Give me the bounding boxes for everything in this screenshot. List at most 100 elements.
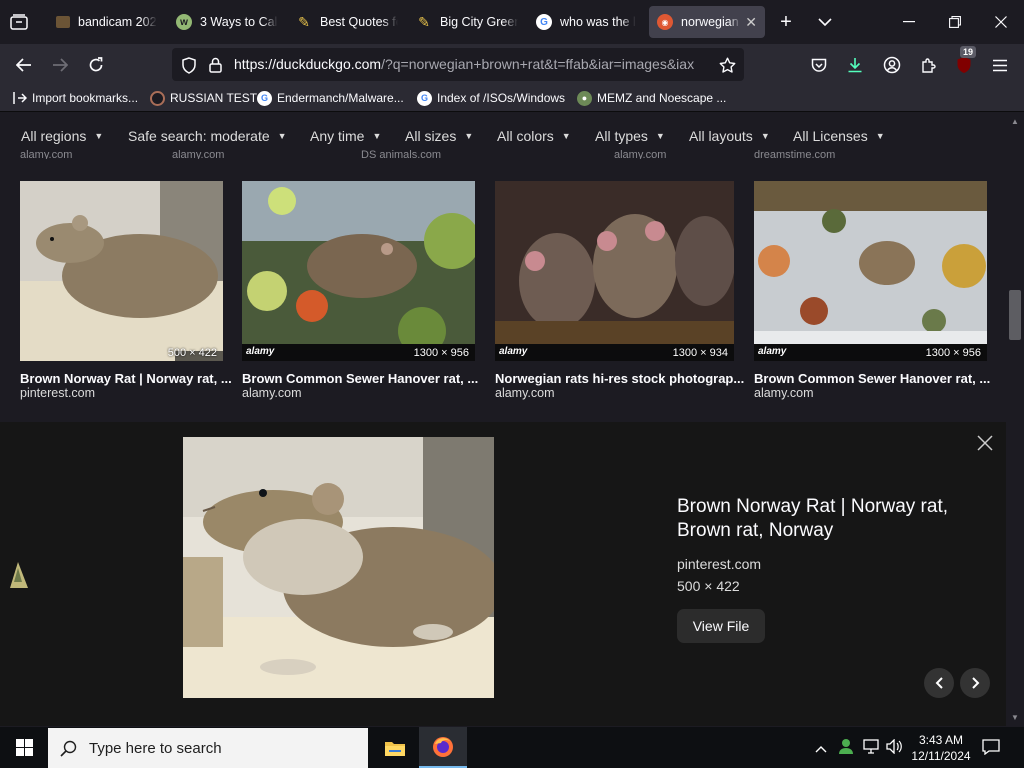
url-host: https://duckduckgo.com [234, 56, 382, 72]
result-source[interactable]: pinterest.com [20, 386, 95, 400]
result-thumbnail[interactable]: alamy 1300 × 956 [754, 181, 987, 361]
result-source[interactable]: alamy.com [754, 386, 814, 400]
network-icon[interactable] [863, 739, 879, 759]
tab-google[interactable]: G who was the l [528, 6, 646, 38]
filter-colors[interactable]: All colors ▼ [497, 128, 571, 144]
filter-label: All Licenses [793, 128, 868, 144]
bookmark-endermanch[interactable]: G Endermanch/Malware... [257, 89, 404, 107]
watermark-bar: alamy 1300 × 934 [495, 344, 734, 361]
result-title[interactable]: Norwegian rats hi-res stock photograp... [495, 371, 744, 386]
previous-image-button[interactable] [924, 668, 954, 698]
view-file-button[interactable]: View File [677, 609, 765, 643]
alamy-watermark: alamy [758, 346, 787, 357]
tab-bandicam[interactable]: bandicam 202 [48, 6, 166, 38]
detail-source[interactable]: pinterest.com [677, 556, 761, 572]
tracking-protection-icon[interactable] [176, 52, 202, 78]
lock-icon[interactable] [202, 52, 228, 78]
bookmark-russian-test[interactable]: RUSSIAN TEST [150, 89, 257, 107]
new-tab-icon[interactable]: + [773, 9, 799, 35]
result-thumbnail[interactable]: alamy 1300 × 934 [495, 181, 734, 361]
duckduckgo-icon: ◉ [657, 14, 673, 30]
tab-duckduckgo[interactable]: ◉ norwegian ✕ [649, 6, 765, 38]
tab-quotes[interactable]: ✎ Best Quotes fo [288, 6, 406, 38]
result-title[interactable]: Brown Common Sewer Hanover rat, ... [242, 371, 478, 386]
prev-row-source[interactable]: alamy.com [614, 149, 666, 159]
quote-icon: ✎ [298, 13, 310, 30]
search-icon [60, 740, 77, 757]
close-tab-icon[interactable]: ✕ [741, 14, 757, 31]
filter-time[interactable]: Any time ▼ [310, 128, 381, 144]
forward-icon[interactable] [47, 52, 73, 78]
filter-layouts[interactable]: All layouts ▼ [689, 128, 770, 144]
import-icon [12, 91, 27, 106]
tab-bigcitygreens[interactable]: ✎ Big City Green [408, 6, 526, 38]
file-explorer-icon[interactable] [371, 727, 419, 768]
filter-sizes[interactable]: All sizes ▼ [405, 128, 473, 144]
filter-types[interactable]: All types ▼ [595, 128, 665, 144]
ublock-origin-icon[interactable]: 19 [951, 46, 977, 78]
scrollbar-thumb[interactable] [1009, 290, 1021, 340]
windows-start-icon[interactable] [0, 727, 48, 768]
result-source[interactable]: alamy.com [495, 386, 555, 400]
extensions-icon[interactable] [915, 52, 941, 78]
filter-licenses[interactable]: All Licenses ▼ [793, 128, 885, 144]
bookmark-memz[interactable]: ● MEMZ and Noescape ... [577, 89, 726, 107]
close-detail-icon[interactable] [974, 432, 996, 454]
firefox-icon[interactable] [419, 727, 467, 768]
image-dimensions: 1300 × 934 [672, 347, 728, 359]
result-source[interactable]: alamy.com [242, 386, 302, 400]
minimize-icon[interactable] [886, 0, 932, 44]
filter-label: All colors [497, 128, 554, 144]
menu-icon[interactable] [987, 52, 1013, 78]
result-thumbnail[interactable]: 500 × 422 [20, 181, 223, 361]
detail-title[interactable]: Brown Norway Rat | Norway rat, Brown rat… [677, 495, 967, 543]
bookmark-import[interactable]: Import bookmarks... [12, 89, 138, 107]
result-title[interactable]: Brown Norway Rat | Norway rat, ... [20, 371, 232, 386]
prev-row-source[interactable]: dreamstime.com [754, 149, 835, 159]
caret-down-icon: ▼ [277, 131, 287, 141]
taskbar-search[interactable]: Type here to search [48, 728, 368, 768]
restore-icon[interactable] [932, 0, 978, 44]
tab-wikihow[interactable]: w 3 Ways to Calc [168, 6, 286, 38]
url-bar[interactable]: https://duckduckgo.com/?q=norwegian+brow… [172, 48, 744, 81]
prev-row-source[interactable]: DS animals.com [361, 149, 441, 159]
url-text[interactable]: https://duckduckgo.com/?q=norwegian+brow… [234, 56, 704, 72]
google-icon: G [417, 90, 432, 106]
watermark-bar: alamy 1300 × 956 [754, 344, 987, 361]
caret-down-icon: ▼ [94, 131, 104, 141]
downloads-icon[interactable] [842, 52, 868, 78]
clock-date: 12/11/2024 [911, 749, 971, 763]
bookmark-star-icon[interactable] [714, 52, 740, 78]
back-icon[interactable] [11, 52, 37, 78]
volume-icon[interactable] [886, 738, 902, 759]
pocket-icon[interactable] [806, 52, 832, 78]
prev-row-source[interactable]: alamy.com [20, 149, 72, 159]
bookmark-isos[interactable]: G Index of /ISOs/Windows [417, 89, 565, 107]
page-scrollbar[interactable]: ▲ ▼ [1006, 113, 1024, 726]
filter-safe-search[interactable]: Safe search: moderate ▼ [128, 128, 287, 144]
scroll-up-arrow-icon[interactable]: ▲ [1011, 117, 1019, 126]
tab-manager-icon[interactable] [6, 9, 32, 35]
close-window-icon[interactable] [978, 0, 1024, 44]
detail-image[interactable] [183, 437, 494, 698]
bookmark-label: MEMZ and Noescape ... [597, 91, 727, 105]
next-image-button[interactable] [960, 668, 990, 698]
user-status-icon[interactable] [838, 738, 854, 760]
result-thumbnail[interactable]: alamy 1300 × 956 [242, 181, 475, 361]
bandicam-icon [56, 16, 70, 28]
notifications-icon[interactable] [982, 739, 1000, 760]
account-icon[interactable] [879, 52, 905, 78]
tab-label: who was the l [560, 15, 636, 29]
show-hidden-icons-icon[interactable] [815, 740, 827, 758]
reload-icon[interactable] [83, 52, 109, 78]
filter-regions[interactable]: All regions ▼ [21, 128, 103, 144]
system-clock[interactable]: 3:43 AM 12/11/2024 [905, 732, 977, 764]
prev-row-source[interactable]: alamy.com [172, 149, 224, 159]
rat-photo [242, 181, 475, 361]
list-all-tabs-icon[interactable] [812, 9, 838, 35]
rat-photo [495, 181, 734, 361]
result-title[interactable]: Brown Common Sewer Hanover rat, ... [754, 371, 990, 386]
filter-bar: All regions ▼ Safe search: moderate ▼ Any … [0, 113, 1006, 157]
image-detail-panel: Brown Norway Rat | Norway rat, Brown rat… [0, 422, 1006, 726]
scroll-down-arrow-icon[interactable]: ▼ [1011, 713, 1019, 722]
